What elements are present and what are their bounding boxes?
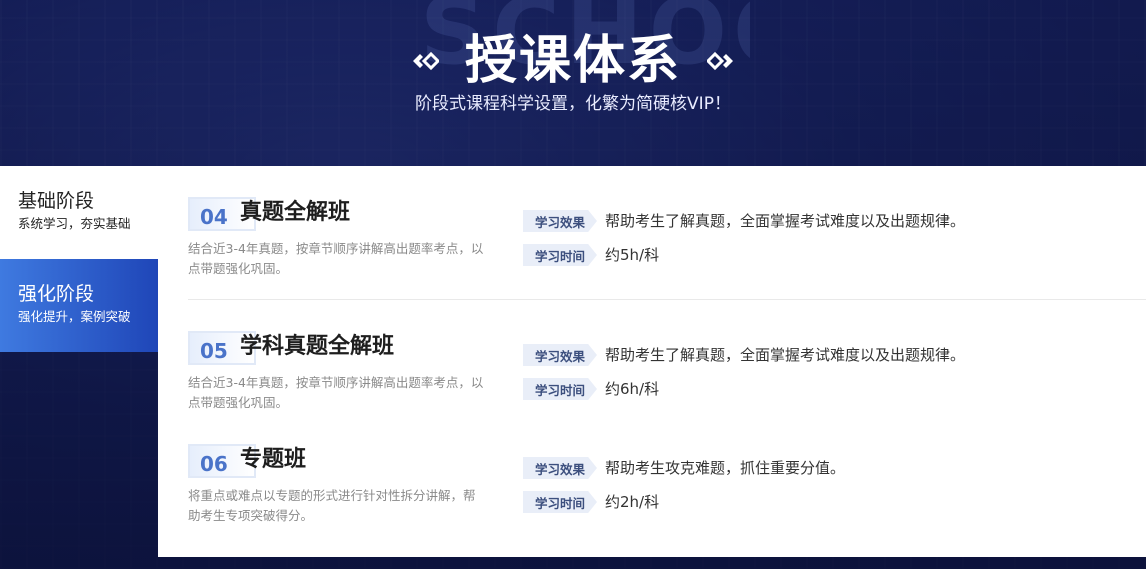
course-number: 06 [200, 452, 228, 476]
effect-tag: 学习效果 [523, 457, 597, 479]
header-banner: SCHOOL 授课体系 阶段式课程科学设置，化繁为简硬核VIP！ [0, 0, 1146, 166]
effect-tag: 学习效果 [523, 344, 597, 366]
stage-sidebar: 基础阶段 系统学习，夯实基础 强化阶段 强化提升，案例突破 [0, 166, 158, 352]
double-diamond-left-icon [412, 51, 439, 71]
time-text: 约2h/科 [605, 493, 660, 511]
effect-tag: 学习效果 [523, 210, 597, 232]
time-tag: 学习时间 [523, 378, 597, 400]
course-description: 将重点或难点以专题的形式进行针对性拆分讲解，帮助考生专项突破得分。 [188, 488, 476, 523]
course-name: 真题全解班 [240, 200, 351, 225]
course-panel: 04 真题全解班 结合近3-4年真题，按章节顺序讲解高出题率考点，以点带题强化巩… [158, 166, 1146, 557]
sidebar-item-subtitle: 强化提升，案例突破 [18, 309, 131, 324]
page-subtitle: 阶段式课程科学设置，化繁为简硬核VIP！ [415, 94, 731, 114]
course-name: 学科真题全解班 [240, 334, 395, 359]
effect-row: 学习效果 帮助考生了解真题，全面掌握考试难度以及出题规律。 [523, 209, 965, 233]
double-diamond-right-icon [707, 51, 733, 71]
course-number: 04 [200, 205, 228, 229]
time-tag: 学习时间 [523, 244, 597, 266]
course-name: 专题班 [240, 447, 307, 472]
effect-text: 帮助考生攻克难题，抓住重要分值。 [605, 459, 846, 477]
course-description: 结合近3-4年真题，按章节顺序讲解高出题率考点，以点带题强化巩固。 [188, 241, 484, 276]
effect-row: 学习效果 帮助考生攻克难题，抓住重要分值。 [523, 456, 845, 480]
effect-text: 帮助考生了解真题，全面掌握考试难度以及出题规律。 [605, 346, 966, 364]
course-description: 结合近3-4年真题，按章节顺序讲解高出题率考点，以点带题强化巩固。 [188, 375, 484, 410]
effect-row: 学习效果 帮助考生了解真题，全面掌握考试难度以及出题规律。 [523, 343, 965, 367]
sidebar-item-subtitle: 系统学习，夯实基础 [18, 216, 131, 231]
section-divider [188, 299, 1146, 300]
sidebar-item-intensive-stage[interactable]: 强化阶段 强化提升，案例突破 [0, 259, 158, 352]
page-title: 授课体系 [464, 31, 681, 91]
time-tag: 学习时间 [523, 491, 597, 513]
time-row: 学习时间 约6h/科 [523, 377, 659, 401]
time-text: 约5h/科 [605, 246, 660, 264]
time-row: 学习时间 约5h/科 [523, 243, 659, 267]
time-row: 学习时间 约2h/科 [523, 490, 659, 514]
sidebar-item-title: 基础阶段 [18, 190, 95, 212]
effect-text: 帮助考生了解真题，全面掌握考试难度以及出题规律。 [605, 212, 966, 230]
title-row: 授课体系 [0, 26, 1146, 96]
course-number: 05 [200, 339, 228, 363]
time-text: 约6h/科 [605, 380, 660, 398]
sidebar-item-title: 强化阶段 [18, 283, 95, 305]
sidebar-item-basic-stage[interactable]: 基础阶段 系统学习，夯实基础 [0, 166, 158, 259]
